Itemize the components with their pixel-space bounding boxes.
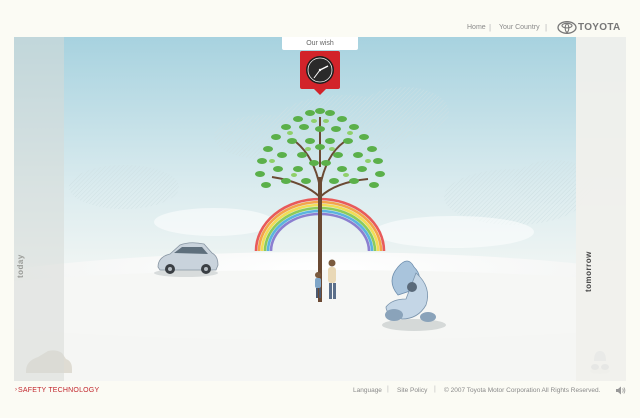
nav-separator: |	[489, 23, 492, 32]
footer: › SAFETY TECHNOLOGY Language | Site Poli…	[0, 384, 640, 398]
footer-separator: |	[434, 386, 436, 393]
footer-separator: |	[387, 386, 389, 393]
safety-technology-link[interactable]: SAFETY TECHNOLOGY	[18, 387, 99, 394]
top-navigation: Home | Your Country | TOYOTA	[0, 20, 640, 38]
arrow-right-icon: ›	[15, 387, 17, 393]
toyota-logo-icon	[557, 21, 577, 34]
language-link[interactable]: Language	[353, 387, 382, 394]
our-wish-label: Our wish	[306, 40, 334, 47]
clock-icon	[300, 51, 340, 97]
copyright-text: © 2007 Toyota Motor Corporation All Righ…	[444, 387, 601, 394]
nav-separator: |	[545, 23, 548, 32]
nav-your-country-link[interactable]: Your Country	[499, 24, 540, 31]
tomorrow-label[interactable]: tomorrow	[584, 251, 593, 292]
sound-icon[interactable]	[616, 386, 626, 395]
our-wish-tab[interactable]: Our wish	[282, 37, 358, 50]
today-label[interactable]: today	[16, 254, 25, 278]
nav-home-link[interactable]: Home	[467, 24, 486, 31]
today-panel[interactable]	[14, 37, 64, 381]
site-policy-link[interactable]: Site Policy	[397, 387, 427, 394]
tomorrow-panel[interactable]	[576, 37, 626, 381]
brand-wordmark: TOYOTA	[578, 22, 621, 33]
